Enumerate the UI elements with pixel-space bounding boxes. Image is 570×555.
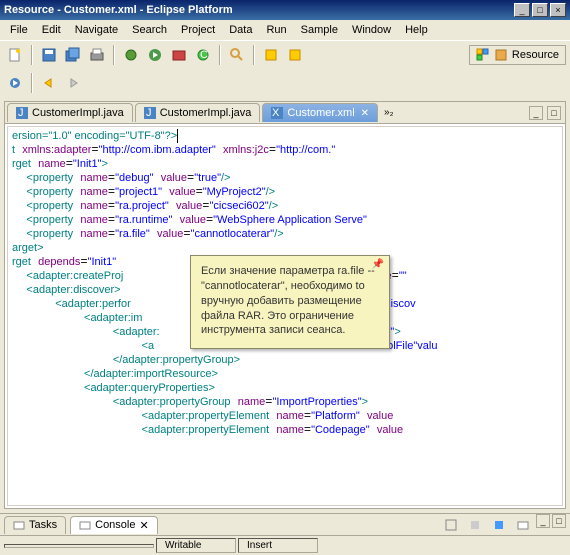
console-open-icon[interactable] [512, 514, 534, 536]
new-icon[interactable] [4, 44, 26, 66]
java-file-icon: J [144, 107, 156, 119]
perspective-switcher[interactable]: Resource [469, 45, 566, 65]
toolbar-main: C Resource [0, 40, 570, 69]
maximize-editor-icon[interactable]: □ [547, 106, 561, 120]
tooltip-popup: 📌 Если значение параметра ra.file -- "ca… [190, 255, 390, 349]
java-file-icon: J [16, 107, 28, 119]
console-clear-icon[interactable] [440, 514, 462, 536]
save-icon[interactable] [38, 44, 60, 66]
editor-tab-controls: _ □ [529, 106, 565, 120]
window-buttons: _ □ × [514, 3, 566, 17]
menu-file[interactable]: File [4, 22, 34, 38]
view-tab-label: Tasks [29, 519, 57, 531]
editor-tabs: J CustomerImpl.java J CustomerImpl.java X Cus… [5, 102, 565, 124]
maximize-view-icon[interactable]: □ [552, 514, 566, 528]
editor-tab[interactable]: X Customer.xml ✕ [262, 103, 378, 122]
menu-project[interactable]: Project [175, 22, 221, 38]
open-perspective-icon[interactable] [476, 48, 490, 62]
svg-text:X: X [272, 107, 280, 119]
menu-sample[interactable]: Sample [295, 22, 344, 38]
separator [253, 45, 255, 65]
annotation-prev-icon[interactable] [260, 44, 282, 66]
tooltip-text: Если значение параметра ra.file -- "cann… [201, 265, 375, 336]
tab-label: CustomerImpl.java [32, 107, 124, 119]
console-icon [79, 519, 91, 531]
separator [31, 45, 33, 65]
editor-tab[interactable]: J CustomerImpl.java [135, 103, 261, 122]
new-class-icon[interactable]: C [192, 44, 214, 66]
toolbar-nav [0, 69, 570, 97]
minimize-editor-icon[interactable]: _ [529, 106, 543, 120]
statusbar: Writable Insert [0, 535, 570, 555]
console-pin-icon[interactable] [488, 514, 510, 536]
debug-icon[interactable] [120, 44, 142, 66]
menubar: FileEditNavigateSearchProjectDataRunSamp… [0, 20, 570, 40]
separator [31, 73, 33, 93]
tab-label: CustomerImpl.java [160, 107, 252, 119]
menu-search[interactable]: Search [126, 22, 173, 38]
save-all-icon[interactable] [62, 44, 84, 66]
run-ext-icon[interactable] [168, 44, 190, 66]
menu-navigate[interactable]: Navigate [69, 22, 124, 38]
status-writable: Writable [156, 538, 236, 553]
menu-edit[interactable]: Edit [36, 22, 67, 38]
minimize-view-icon[interactable]: _ [536, 514, 550, 528]
resource-perspective-icon [494, 48, 508, 62]
menu-help[interactable]: Help [399, 22, 434, 38]
annotation-next-icon[interactable] [284, 44, 306, 66]
view-tab-console[interactable]: Console ✕ [70, 516, 158, 534]
close-view-icon[interactable]: ✕ [139, 519, 148, 532]
run-icon[interactable] [144, 44, 166, 66]
window-title: Resource - Customer.xml - Eclipse Platfo… [4, 4, 233, 16]
view-tab-tasks[interactable]: Tasks [4, 516, 66, 534]
svg-text:C: C [200, 49, 208, 61]
menu-window[interactable]: Window [346, 22, 397, 38]
search-icon[interactable] [226, 44, 248, 66]
svg-text:J: J [146, 107, 152, 119]
xml-file-icon: X [271, 107, 283, 119]
status-insert: Insert [238, 538, 318, 553]
tabs-overflow-icon[interactable]: »₂ [384, 107, 393, 118]
status-empty [4, 544, 154, 548]
console-scroll-icon[interactable] [464, 514, 486, 536]
view-tab-label: Console [95, 519, 135, 531]
tab-label: Customer.xml [287, 107, 354, 119]
nav-icon[interactable] [4, 72, 26, 94]
back-icon[interactable] [38, 72, 60, 94]
window-titlebar: Resource - Customer.xml - Eclipse Platfo… [0, 0, 570, 20]
close-tab-icon[interactable]: ✕ [361, 108, 369, 119]
separator [113, 45, 115, 65]
print-icon[interactable] [86, 44, 108, 66]
maximize-button[interactable]: □ [532, 3, 548, 17]
bottom-view-tabs: Tasks Console ✕ _ □ [0, 513, 570, 535]
editor-tab[interactable]: J CustomerImpl.java [7, 103, 133, 122]
perspective-label: Resource [512, 49, 559, 61]
svg-text:J: J [18, 107, 24, 119]
menu-run[interactable]: Run [260, 22, 292, 38]
forward-icon[interactable] [62, 72, 84, 94]
menu-data[interactable]: Data [223, 22, 258, 38]
minimize-button[interactable]: _ [514, 3, 530, 17]
view-toolbar: _ □ [440, 514, 566, 536]
tasks-icon [13, 519, 25, 531]
pin-icon[interactable]: 📌 [371, 258, 385, 272]
separator [219, 45, 221, 65]
close-button[interactable]: × [550, 3, 566, 17]
